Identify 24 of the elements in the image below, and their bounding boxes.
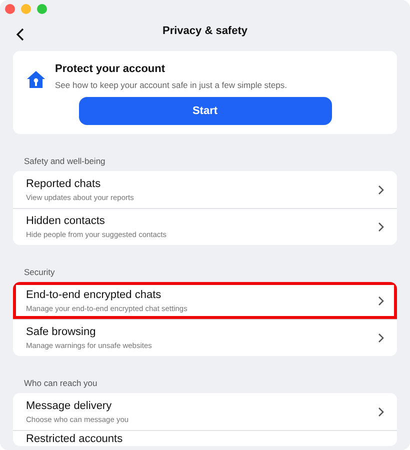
promo-description: See how to keep your account safe in just a few simple steps.	[55, 80, 287, 90]
window-title: Privacy & safety	[162, 25, 248, 37]
row-title: Safe browsing	[26, 326, 97, 338]
settings-row[interactable]: Restricted accounts	[13, 430, 397, 446]
row-title: Hidden contacts	[26, 215, 106, 227]
section-heading: Who can reach you	[23, 377, 98, 390]
promo-title: Protect your account	[55, 63, 166, 75]
row-title: Reported chats	[26, 178, 102, 190]
zoom-button[interactable]	[37, 4, 47, 14]
back-icon[interactable]	[16, 28, 24, 41]
chevron-right-icon	[378, 333, 384, 343]
chevron-right-icon	[378, 222, 384, 232]
row-title: Message delivery	[26, 400, 113, 412]
chevron-right-icon	[378, 184, 384, 194]
chevron-right-icon	[378, 406, 384, 416]
row-title: Restricted accounts	[26, 433, 123, 445]
close-button[interactable]	[5, 4, 15, 14]
minimize-button[interactable]	[21, 4, 31, 14]
section-heading: Safety and well-being	[23, 155, 106, 168]
section-heading: Security	[23, 266, 56, 279]
house-lock-icon	[27, 71, 45, 88]
start-button[interactable]: Start	[78, 97, 332, 125]
row-title: End-to-end encrypted chats	[26, 288, 162, 300]
chevron-right-icon	[378, 296, 384, 306]
